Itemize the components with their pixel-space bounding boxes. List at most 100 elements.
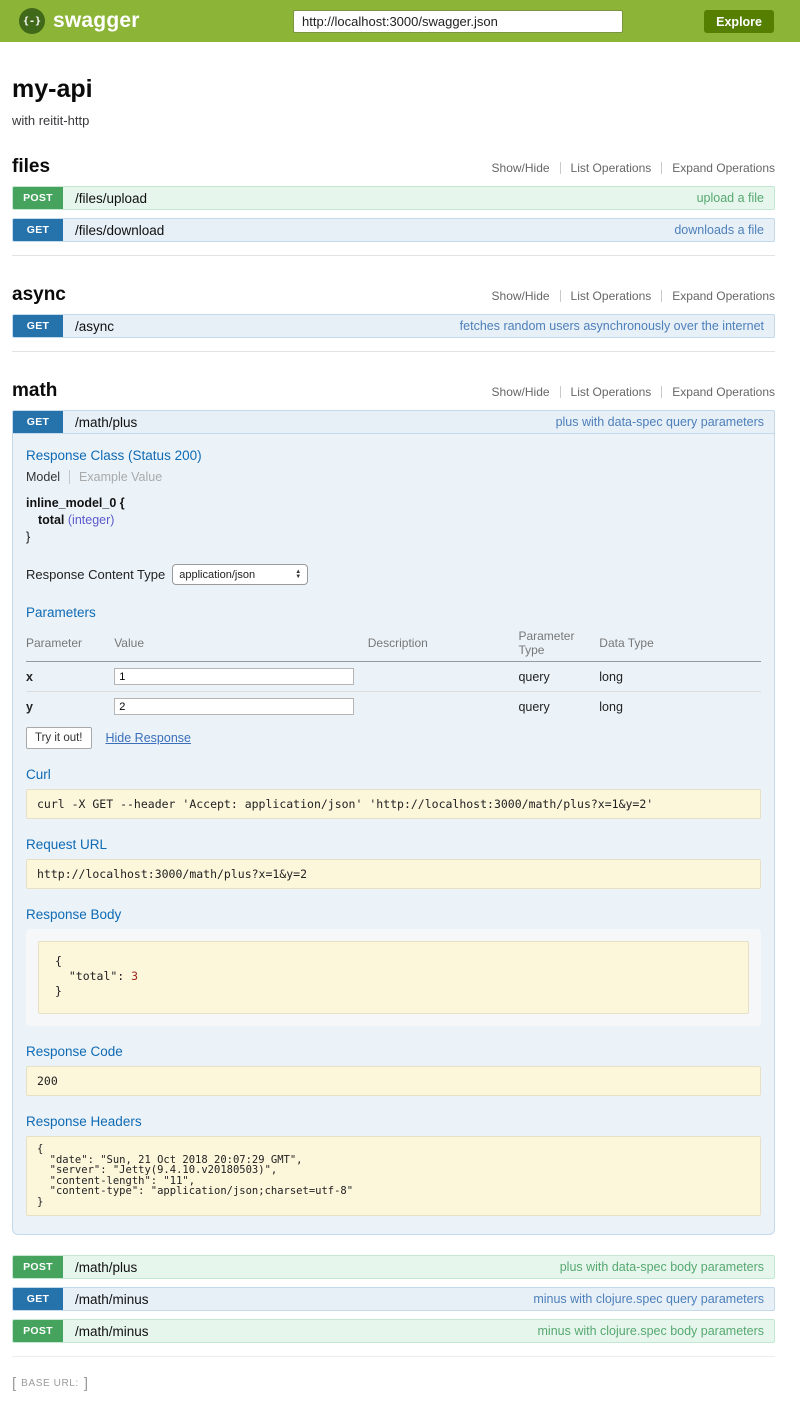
collapsed-math-endpoints: POST /math/plus plus with data-spec body… — [12, 1255, 775, 1343]
response-content-type-select[interactable]: application/json — [172, 564, 308, 585]
endpoint-path-link[interactable]: /files/download — [75, 223, 164, 238]
endpoint-summary[interactable]: minus with clojure.spec body parameters — [538, 1324, 765, 1338]
curl-command: curl -X GET --header 'Accept: applicatio… — [26, 789, 761, 819]
endpoint-path-link[interactable]: /files/upload — [75, 191, 147, 206]
request-url-heading: Request URL — [26, 837, 761, 852]
show-hide-link[interactable]: Show/Hide — [492, 289, 550, 303]
model-close: } — [26, 529, 761, 546]
model-signature: inline_model_0 { total (integer) } — [26, 495, 761, 546]
endpoint-row-get-async[interactable]: GET /async fetches random users asynchro… — [12, 314, 775, 338]
endpoint-row-post-math-minus[interactable]: POST /math/minus minus with clojure.spec… — [12, 1319, 775, 1343]
param-type: query — [518, 692, 599, 722]
param-name: y — [26, 692, 114, 722]
endpoint-path-link[interactable]: /math/plus — [75, 1260, 137, 1275]
endpoint-row-post-files-upload[interactable]: POST /files/upload upload a file — [12, 186, 775, 210]
divider — [560, 162, 561, 174]
tab-example-value[interactable]: Example Value — [79, 470, 162, 484]
try-it-out-button[interactable]: Try it out! — [26, 727, 92, 749]
json-close-brace: } — [55, 984, 62, 998]
json-key: "total": — [55, 969, 131, 983]
divider — [560, 290, 561, 302]
param-y-value-input[interactable] — [114, 698, 354, 715]
hide-response-link[interactable]: Hide Response — [106, 731, 191, 745]
explore-button[interactable]: Explore — [704, 10, 774, 33]
divider — [661, 162, 662, 174]
section-controls: Show/Hide List Operations Expand Operati… — [492, 161, 775, 175]
model-tabs: Model Example Value — [26, 470, 761, 484]
top-bar: {-} swagger Explore — [0, 0, 800, 42]
param-description — [368, 692, 519, 722]
response-body-container: { "total": 3 } — [26, 929, 761, 1026]
show-hide-link[interactable]: Show/Hide — [492, 161, 550, 175]
list-operations-link[interactable]: List Operations — [571, 385, 652, 399]
tab-model[interactable]: Model — [26, 470, 60, 484]
endpoint-path-link[interactable]: /math/minus — [75, 1292, 149, 1307]
section-controls: Show/Hide List Operations Expand Operati… — [492, 289, 775, 303]
table-row: y query long — [26, 692, 761, 722]
page-title: my-api — [12, 75, 775, 104]
section-title-async[interactable]: async — [12, 284, 66, 306]
divider — [560, 386, 561, 398]
expand-operations-link[interactable]: Expand Operations — [672, 289, 775, 303]
endpoint-path-link[interactable]: /math/minus — [75, 1324, 149, 1339]
response-body-json: { "total": 3 } — [38, 941, 749, 1014]
method-badge: POST — [13, 1256, 63, 1278]
endpoint-row-get-math-minus[interactable]: GET /math/minus minus with clojure.spec … — [12, 1287, 775, 1311]
endpoint-summary[interactable]: minus with clojure.spec query parameters — [533, 1292, 764, 1306]
divider — [69, 470, 70, 484]
column-header-parameter-type: Parameter Type — [518, 624, 599, 662]
request-url-value: http://localhost:3000/math/plus?x=1&y=2 — [26, 859, 761, 889]
endpoint-summary[interactable]: plus with data-spec body parameters — [560, 1260, 764, 1274]
bracket-open: [ — [12, 1375, 16, 1392]
table-row: x query long — [26, 662, 761, 692]
response-code-heading: Response Code — [26, 1044, 761, 1059]
endpoint-path-link[interactable]: /math/plus — [75, 415, 137, 430]
expand-operations-link[interactable]: Expand Operations — [672, 385, 775, 399]
endpoint-summary[interactable]: fetches random users asynchronously over… — [460, 319, 764, 333]
param-x-value-input[interactable] — [114, 668, 354, 685]
response-body-heading: Response Body — [26, 907, 761, 922]
param-description — [368, 662, 519, 692]
endpoint-row-post-math-plus[interactable]: POST /math/plus plus with data-spec body… — [12, 1255, 775, 1279]
show-hide-link[interactable]: Show/Hide — [492, 385, 550, 399]
headers-line: "content-type": "application/json;charse… — [37, 1185, 353, 1197]
method-badge: GET — [13, 315, 63, 337]
response-code-value: 200 — [26, 1066, 761, 1096]
param-name: x — [26, 662, 114, 692]
parameters-table: Parameter Value Description Parameter Ty… — [26, 624, 761, 721]
endpoint-summary[interactable]: upload a file — [697, 191, 764, 205]
endpoint-summary[interactable]: plus with data-spec query parameters — [556, 415, 764, 429]
section-title-files[interactable]: files — [12, 156, 50, 178]
endpoint-summary[interactable]: downloads a file — [674, 223, 764, 237]
json-number-value: 3 — [131, 969, 138, 983]
column-header-parameter: Parameter — [26, 624, 114, 662]
divider — [661, 386, 662, 398]
section-title-math[interactable]: math — [12, 380, 57, 402]
section-files: files Show/Hide List Operations Expand O… — [12, 156, 775, 256]
list-operations-link[interactable]: List Operations — [571, 289, 652, 303]
base-url-label: BASE URL: — [21, 1378, 79, 1389]
expand-operations-link[interactable]: Expand Operations — [672, 161, 775, 175]
model-field-type: (integer) — [68, 513, 115, 527]
column-header-value: Value — [114, 624, 368, 662]
json-open-brace: { — [55, 954, 62, 968]
method-badge: GET — [13, 219, 63, 241]
bracket-close: ] — [84, 1375, 88, 1392]
endpoint-row-get-files-download[interactable]: GET /files/download downloads a file — [12, 218, 775, 242]
operation-detail-panel: Response Class (Status 200) Model Exampl… — [12, 434, 775, 1235]
endpoint-row-get-math-plus[interactable]: GET /math/plus plus with data-spec query… — [12, 410, 775, 434]
spec-url-input[interactable] — [293, 10, 623, 33]
selected-content-type: application/json — [179, 569, 295, 581]
curl-heading: Curl — [26, 767, 761, 782]
section-math: math Show/Hide List Operations Expand Op… — [12, 380, 775, 1357]
base-url-footer: [ BASE URL: ] — [12, 1375, 775, 1392]
endpoint-path-link[interactable]: /async — [75, 319, 114, 334]
list-operations-link[interactable]: List Operations — [571, 161, 652, 175]
model-open: inline_model_0 { — [26, 495, 761, 512]
method-badge: POST — [13, 1320, 63, 1342]
column-header-description: Description — [368, 624, 519, 662]
select-spinner-icon — [295, 570, 301, 579]
brand[interactable]: {-} swagger — [19, 0, 140, 42]
method-badge: GET — [13, 411, 63, 433]
param-data-type: long — [599, 662, 761, 692]
